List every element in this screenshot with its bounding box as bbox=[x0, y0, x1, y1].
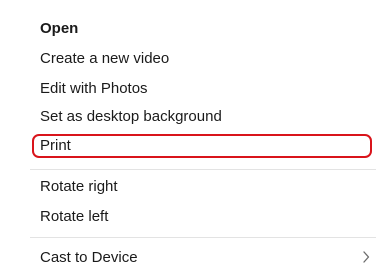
menu-item-label: Edit with Photos bbox=[40, 80, 148, 97]
menu-item-label: Open bbox=[40, 20, 79, 37]
menu-item-label: Rotate left bbox=[40, 208, 109, 225]
menu-item-label: Create a new video bbox=[40, 50, 170, 67]
menu-item-label: Set as desktop background bbox=[40, 108, 222, 125]
menu-separator bbox=[30, 169, 376, 170]
menu-item-create-new-video[interactable]: Create a new video bbox=[40, 45, 370, 73]
menu-item-rotate-right[interactable]: Rotate right bbox=[40, 173, 370, 201]
menu-separator bbox=[30, 237, 376, 238]
menu-item-rotate-left[interactable]: Rotate left bbox=[40, 203, 370, 231]
menu-item-open[interactable]: Open bbox=[40, 15, 370, 43]
context-menu: Open Create a new video Edit with Photos… bbox=[0, 0, 381, 268]
menu-item-label: Rotate right bbox=[40, 178, 118, 195]
print-highlight-outline bbox=[32, 134, 372, 158]
chevron-right-icon bbox=[359, 250, 373, 264]
menu-item-edit-with-photos[interactable]: Edit with Photos bbox=[40, 75, 370, 103]
menu-item-set-desktop-background[interactable]: Set as desktop background bbox=[40, 103, 370, 131]
